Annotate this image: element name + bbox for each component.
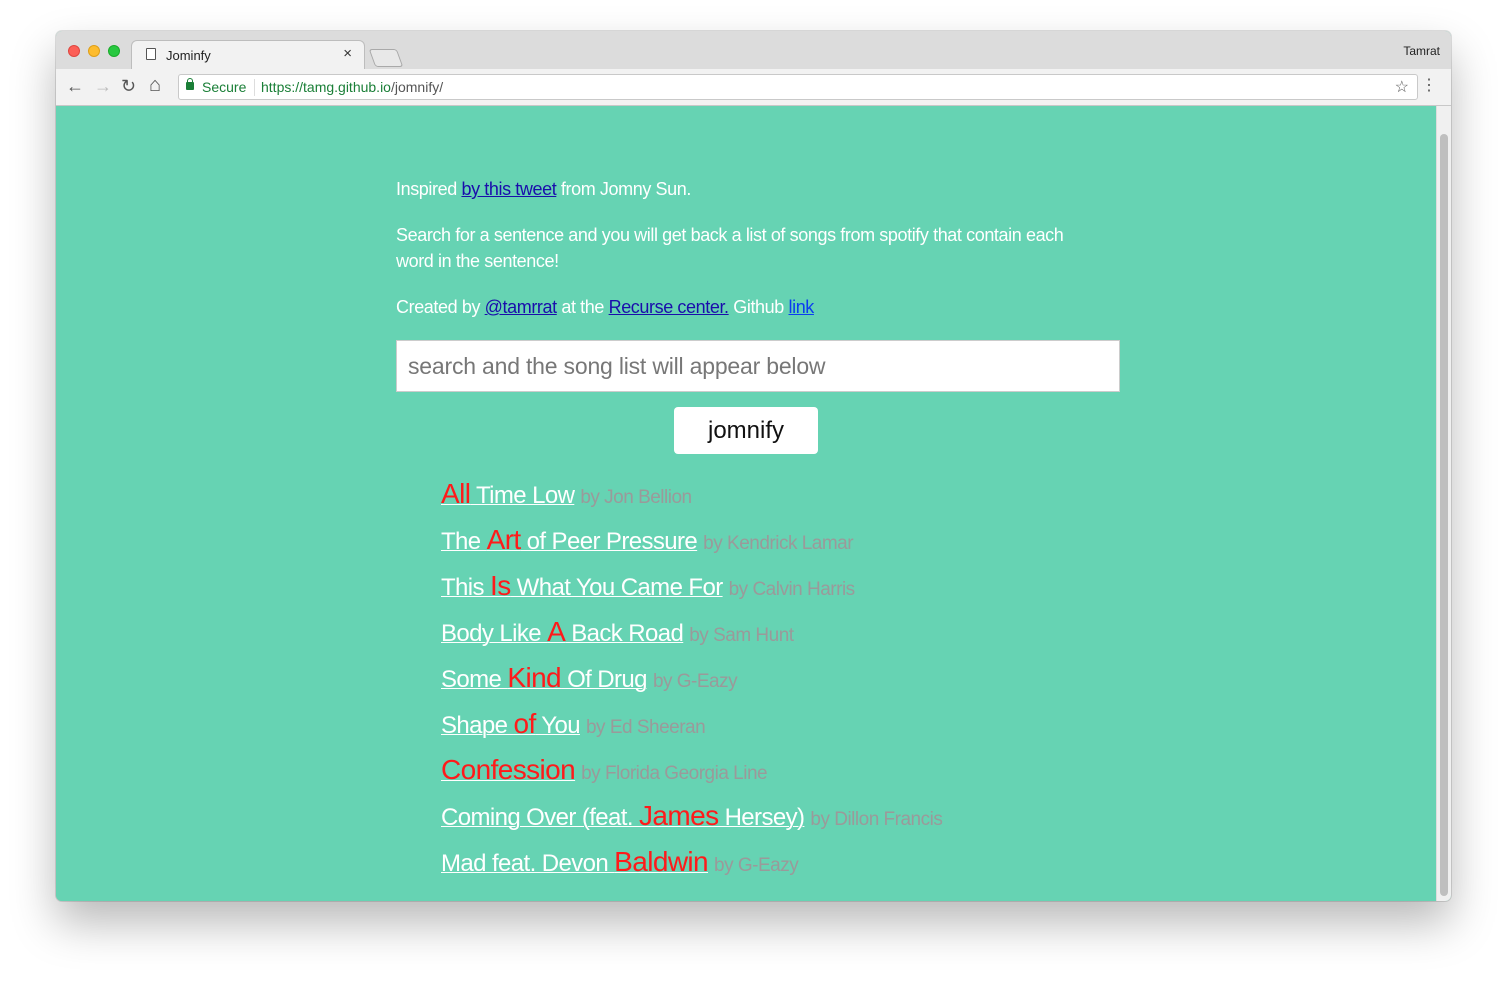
browser-toolbar: ← → ↻ ⌂ Secure https://tamg.github.io/jo… — [56, 69, 1451, 106]
menu-icon[interactable]: ⋮ — [1421, 77, 1437, 95]
url-path: /jomnify/ — [390, 79, 444, 95]
close-window-button[interactable] — [68, 45, 80, 57]
song-list-item: Mad feat. Devon Baldwin by G-Eazy — [441, 846, 942, 892]
matched-word: All — [441, 478, 471, 509]
browser-tab[interactable]: Jominfy × — [132, 41, 364, 69]
matched-word: Kind — [507, 662, 562, 693]
forward-icon[interactable]: → — [94, 76, 112, 97]
matched-word: of — [513, 708, 536, 739]
song-artist: by G-Eazy — [714, 855, 799, 876]
song-list-item: Confession by Florida Georgia Line — [441, 754, 942, 800]
secure-label: Secure — [202, 79, 247, 95]
song-title-link[interactable]: Coming Over (feat. James Hersey) — [441, 800, 805, 831]
song-title-before: This — [441, 574, 491, 601]
song-artist: by Ed Sheeran — [585, 717, 706, 738]
github-link[interactable]: link — [789, 297, 815, 317]
title-bar: Jominfy × Tamrat — [56, 31, 1451, 69]
matched-word: Art — [486, 524, 522, 555]
credits-prefix: Created by — [396, 297, 485, 317]
browser-window: Jominfy × Tamrat ← → ↻ ⌂ Secure https://… — [56, 31, 1451, 901]
song-artist: by G-Eazy — [652, 671, 738, 692]
song-list-item: Shape of You by Ed Sheeran — [441, 708, 942, 754]
github-prefix: Github — [728, 297, 789, 317]
song-list-item: Coming Over (feat. James Hersey) by Dillo… — [441, 800, 943, 846]
matched-word: James — [639, 800, 719, 831]
intro-prefix: Inspired — [396, 179, 462, 199]
home-icon[interactable]: ⌂ — [149, 74, 161, 97]
recurse-link[interactable]: Recurse center. — [609, 297, 729, 317]
song-title-after: Hersey) — [718, 804, 805, 831]
credits-text: Created by @tamrrat at the Recurse cente… — [396, 294, 1076, 320]
lock-icon — [186, 78, 194, 90]
page-icon — [146, 48, 156, 60]
bookmark-star-icon[interactable]: ☆ — [1395, 77, 1409, 97]
author-link[interactable]: @tamrrat — [485, 297, 557, 317]
song-title-link[interactable]: Shape of You — [441, 708, 581, 739]
reload-icon[interactable]: ↻ — [121, 76, 136, 97]
new-tab-button[interactable] — [368, 49, 404, 67]
tweet-link[interactable]: by this tweet — [461, 179, 556, 199]
song-title-link[interactable]: This Is What You Came For — [441, 570, 724, 601]
matched-word: A — [547, 616, 566, 647]
tab-title: Jominfy — [166, 48, 211, 63]
song-title-link[interactable]: All Time Low — [441, 478, 575, 509]
song-list-item: Body Like A Back Road by Sam Hunt — [441, 616, 942, 662]
song-title-before: Some — [441, 666, 508, 693]
song-artist: by Dillon Francis — [810, 809, 943, 830]
song-title-after: Of Drug — [561, 666, 647, 693]
song-title-link[interactable]: Body Like A Back Road — [441, 616, 684, 647]
song-title-after: Back Road — [565, 620, 684, 647]
divider — [254, 79, 255, 96]
back-icon[interactable]: ← — [66, 76, 84, 97]
song-list-item: This Is What You Came For by Calvin Harri… — [441, 570, 942, 616]
song-title-link[interactable]: The Art of Peer Pressure — [441, 524, 698, 555]
song-title-link[interactable]: Confession — [441, 754, 576, 785]
scrollbar-thumb[interactable] — [1440, 134, 1448, 896]
matched-word: Baldwin — [614, 846, 709, 877]
song-artist: by Jon Bellion — [580, 487, 692, 508]
intro-text: Inspired by this tweet from Jomny Sun. — [396, 176, 1076, 202]
song-artist: by Kendrick Lamar — [703, 533, 854, 554]
song-artist: by Florida Georgia Line — [581, 763, 768, 784]
address-bar[interactable]: Secure https://tamg.github.io/jomnify/ ☆ — [178, 74, 1418, 100]
matched-word: Is — [490, 570, 511, 601]
url-text[interactable]: https://tamg.github.io/jomnify/ — [261, 79, 443, 95]
song-title-before: Body Like — [441, 620, 548, 647]
minimize-window-button[interactable] — [88, 45, 100, 57]
song-title-before: Mad feat. Devon — [441, 850, 615, 877]
page-content: Inspired by this tweet from Jomny Sun. S… — [56, 106, 1436, 901]
song-title-link[interactable]: Some Kind Of Drug — [441, 662, 648, 693]
song-title-link[interactable]: Mad feat. Devon Baldwin — [441, 846, 709, 877]
description-text: Search for a sentence and you will get b… — [396, 225, 1064, 271]
song-title-after: What You Came For — [510, 574, 724, 601]
search-input[interactable]: search and the song list will appear bel… — [396, 340, 1120, 392]
intro-suffix: from Jomny Sun. — [556, 179, 691, 199]
matched-word: Confession — [441, 754, 576, 785]
credits-middle: at the — [556, 297, 609, 317]
tab-close-icon[interactable]: × — [343, 45, 352, 62]
song-title-before: The — [441, 528, 487, 555]
jomnify-button[interactable]: jomnify — [674, 407, 818, 454]
maximize-window-button[interactable] — [108, 45, 120, 57]
song-title-after: Time Low — [470, 482, 575, 509]
song-artist: by Calvin Harris — [728, 579, 856, 600]
song-title-after: of Peer Pressure — [520, 528, 698, 555]
song-artist: by Sam Hunt — [689, 625, 794, 646]
song-list-item: The Art of Peer Pressure by Kendrick Lama… — [441, 524, 942, 570]
song-title-before: Shape — [441, 712, 514, 739]
scrollbar[interactable] — [1436, 106, 1451, 901]
song-title-after: You — [535, 712, 580, 739]
song-list-item: All Time Low by Jon Bellion — [441, 478, 942, 524]
song-list: All Time Low by Jon Bellion The Art of Pee… — [441, 478, 943, 892]
song-title-before: Coming Over (feat. — [441, 804, 640, 831]
profile-name[interactable]: Tamrat — [1403, 44, 1440, 58]
url-host: https://tamg.github.io — [261, 79, 391, 95]
song-list-item: Some Kind Of Drug by G-Eazy — [441, 662, 942, 708]
